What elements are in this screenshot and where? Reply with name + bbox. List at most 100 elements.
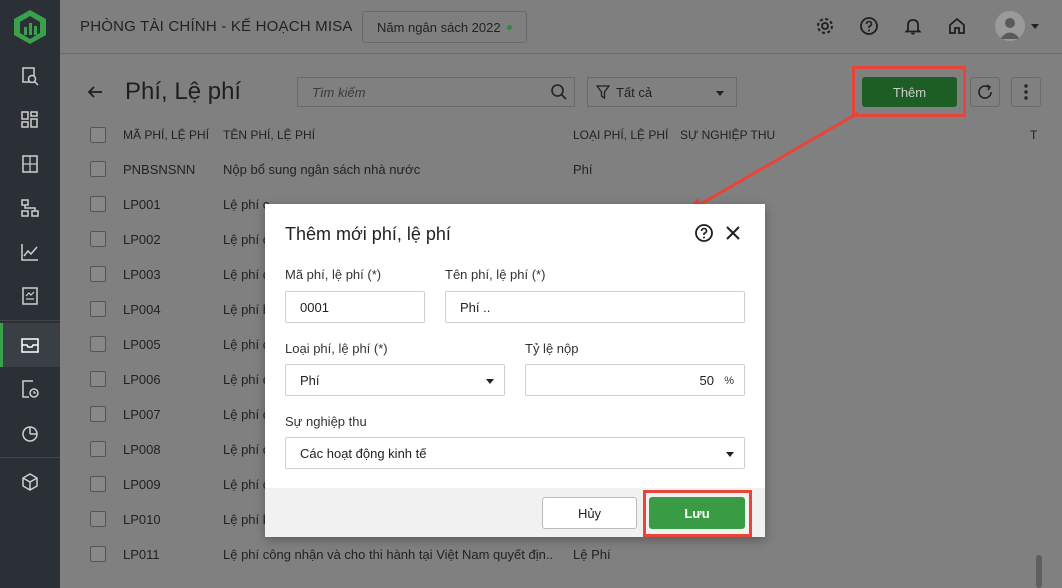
filter-select[interactable]: Tất cả xyxy=(587,77,737,107)
row-code: LP009 xyxy=(123,477,161,492)
row-code: LP002 xyxy=(123,232,161,247)
more-options-button[interactable] xyxy=(1011,77,1041,107)
help-icon[interactable] xyxy=(857,14,881,38)
sidebar-item-report[interactable] xyxy=(0,274,60,318)
sidebar-item-cube[interactable] xyxy=(0,460,60,504)
caret-down-icon xyxy=(726,452,734,457)
row-checkbox[interactable] xyxy=(90,336,106,352)
table-row[interactable]: LP011 Lệ phí công nhận và cho thi hành tạ… xyxy=(80,537,1042,572)
settings-gear-icon[interactable] xyxy=(813,14,837,38)
user-avatar[interactable] xyxy=(995,11,1025,41)
sidebar-item-org[interactable] xyxy=(0,186,60,230)
row-name: Lệ phí c xyxy=(223,407,270,422)
refresh-icon xyxy=(978,84,992,99)
pie-chart-icon xyxy=(22,426,38,442)
col-header-type[interactable]: LOẠI PHÍ, LỆ PHÍ xyxy=(573,128,668,142)
sidebar-item-dashboard[interactable] xyxy=(0,98,60,142)
row-code: LP010 xyxy=(123,512,161,527)
sidebar-item-search[interactable] xyxy=(0,54,60,98)
save-button[interactable]: Lưu xyxy=(649,497,745,529)
code-value: 0001 xyxy=(300,299,329,315)
row-checkbox[interactable] xyxy=(90,476,106,492)
row-code: LP003 xyxy=(123,267,161,282)
add-fee-dialog: Thêm mới phí, lệ phí Mã phí, lệ phí (*) … xyxy=(265,204,765,537)
calculator-icon xyxy=(22,155,38,173)
row-code: LP008 xyxy=(123,442,161,457)
row-type: Lệ Phí xyxy=(573,547,611,562)
inbox-icon xyxy=(21,338,39,353)
rate-label: Tỷ lệ nộp xyxy=(525,341,579,356)
chevron-down-icon[interactable] xyxy=(1031,24,1039,29)
career-label: Sự nghiệp thu xyxy=(285,414,367,429)
close-icon[interactable] xyxy=(723,223,743,243)
row-checkbox[interactable] xyxy=(90,161,106,177)
sidebar-item-history[interactable] xyxy=(0,367,60,411)
row-name: Lệ phí c xyxy=(223,232,270,247)
home-icon[interactable] xyxy=(945,14,969,38)
rate-unit: % xyxy=(724,375,734,387)
row-name: Nộp bổ sung ngân sách nhà nước xyxy=(223,162,421,177)
type-value: Phí xyxy=(300,372,320,388)
sidebar xyxy=(0,0,60,588)
refresh-button[interactable] xyxy=(970,77,1000,107)
career-select[interactable]: Các hoạt động kinh tế xyxy=(285,437,745,469)
notification-bell-icon[interactable] xyxy=(901,14,925,38)
rate-value: 50 xyxy=(699,372,714,388)
row-checkbox[interactable] xyxy=(90,406,106,422)
back-arrow-icon[interactable] xyxy=(85,82,105,102)
col-header-code[interactable]: MÃ PHÍ, LỆ PHÍ xyxy=(123,128,209,142)
search-input[interactable] xyxy=(298,78,528,106)
row-checkbox[interactable] xyxy=(90,196,106,212)
sidebar-item-chart[interactable] xyxy=(0,230,60,274)
sidebar-divider xyxy=(0,457,60,458)
type-select[interactable]: Phí xyxy=(285,364,505,396)
type-label: Loại phí, lệ phí (*) xyxy=(285,341,388,356)
add-button[interactable]: Thêm xyxy=(862,77,957,107)
search-box[interactable] xyxy=(297,77,575,107)
sidebar-divider xyxy=(0,320,60,321)
row-checkbox[interactable] xyxy=(90,301,106,317)
row-code: LP001 xyxy=(123,197,161,212)
sidebar-item-calculator[interactable] xyxy=(0,142,60,186)
budget-year-label: Năm ngân sách 2022 xyxy=(377,19,501,35)
search-icon[interactable] xyxy=(550,83,568,101)
page-title: Phí, Lệ phí xyxy=(125,78,242,105)
row-checkbox[interactable] xyxy=(90,231,106,247)
row-code: LP006 xyxy=(123,372,161,387)
row-type: Phí xyxy=(573,162,593,177)
line-chart-icon xyxy=(21,244,38,261)
top-header: PHÒNG TÀI CHÍNH - KẾ HOẠCH MISA Năm ngân… xyxy=(60,0,1062,54)
row-checkbox[interactable] xyxy=(90,371,106,387)
search-document-icon xyxy=(22,67,39,86)
code-field[interactable]: 0001 xyxy=(285,291,425,323)
row-checkbox[interactable] xyxy=(90,546,106,562)
dialog-title: Thêm mới phí, lệ phí xyxy=(285,224,451,244)
caret-down-icon xyxy=(486,379,494,384)
misa-logo-icon[interactable] xyxy=(0,0,60,54)
select-all-checkbox[interactable] xyxy=(90,127,106,143)
dialog-help-icon[interactable] xyxy=(694,223,714,243)
name-field[interactable]: Phí .. xyxy=(445,291,745,323)
col-header-name[interactable]: TÊN PHÍ, LỆ PHÍ xyxy=(223,128,315,142)
row-checkbox[interactable] xyxy=(90,266,106,282)
row-name: Lệ phí c xyxy=(223,372,270,387)
sidebar-item-pie[interactable] xyxy=(0,411,60,455)
row-code: LP004 xyxy=(123,302,161,317)
caret-down-icon xyxy=(716,91,724,96)
table-header: MÃ PHÍ, LỆ PHÍ TÊN PHÍ, LỆ PHÍ LOẠI PHÍ,… xyxy=(80,118,1042,152)
table-row[interactable]: PNBSNSNN Nộp bổ sung ngân sách nhà nước Ph… xyxy=(80,152,1042,187)
name-value: Phí .. xyxy=(460,299,491,315)
sidebar-item-fees[interactable] xyxy=(0,323,60,367)
vertical-scrollbar[interactable] xyxy=(1036,555,1042,588)
row-code: LP007 xyxy=(123,407,161,422)
budget-year-selector[interactable]: Năm ngân sách 2022 xyxy=(362,11,527,43)
row-checkbox[interactable] xyxy=(90,511,106,527)
status-dot xyxy=(506,24,512,30)
org-chart-icon xyxy=(21,199,39,217)
col-header-career[interactable]: SỰ NGHIỆP THU xyxy=(680,128,775,142)
row-name: Lệ phí công nhận và cho thi hành tại Việ… xyxy=(223,547,553,562)
rate-field[interactable]: 50 % xyxy=(525,364,745,396)
col-header-last[interactable]: T xyxy=(1030,128,1037,142)
row-checkbox[interactable] xyxy=(90,441,106,457)
cancel-button[interactable]: Hủy xyxy=(542,497,637,529)
